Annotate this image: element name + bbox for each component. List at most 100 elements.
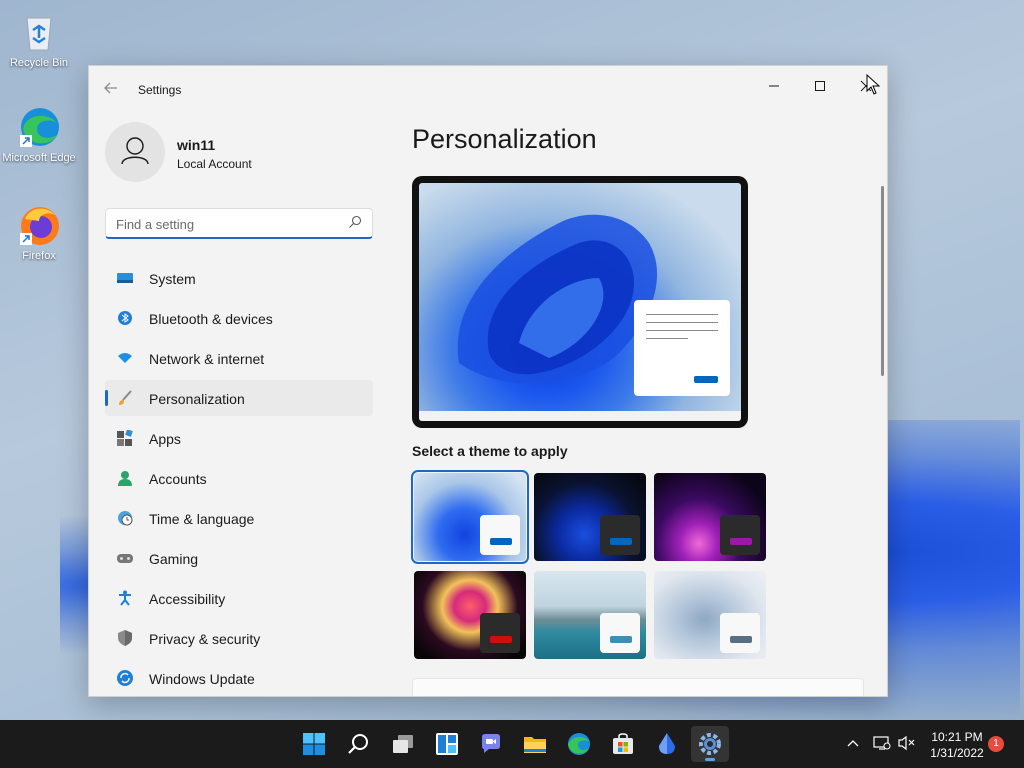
back-arrow-icon[interactable]	[103, 80, 123, 100]
sidebar-item-label: Bluetooth & devices	[149, 311, 273, 327]
notification-badge[interactable]: 1	[988, 736, 1004, 752]
file-explorer-icon	[524, 737, 546, 753]
preview-dialog-window	[634, 300, 730, 396]
sidebar-item-label: Privacy & security	[149, 631, 261, 647]
user-profile[interactable]: win11 Local Account	[105, 122, 365, 184]
settings-card-partial[interactable]	[412, 678, 864, 696]
sidebar-item-label: Windows Update	[149, 671, 255, 687]
minimize-icon	[769, 85, 779, 87]
title-bar[interactable]: Settings	[89, 66, 887, 114]
theme-mini-window	[600, 613, 640, 653]
theme-accent-swatch	[730, 636, 752, 643]
sidebar-item-personalization[interactable]: Personalization	[105, 380, 373, 416]
settings-window: Settings win11 Local Account Sy	[88, 65, 888, 697]
chat-button[interactable]	[472, 726, 510, 762]
volume-button[interactable]	[898, 735, 916, 754]
sidebar-item-label: System	[149, 271, 196, 287]
store-icon	[613, 733, 633, 754]
sidebar-item-apps[interactable]: Apps	[105, 420, 373, 456]
preview-dialog-line	[646, 330, 718, 331]
theme-sunrise[interactable]	[534, 571, 646, 659]
edge-icon	[568, 733, 590, 755]
paintbrush-icon	[119, 390, 132, 405]
taskbar-search-button[interactable]	[340, 726, 378, 762]
edge-button[interactable]	[560, 726, 598, 762]
sidebar-item-time-language[interactable]: Time & language	[105, 500, 373, 536]
settings-taskbar-button[interactable]	[691, 726, 729, 762]
sidebar-item-accounts[interactable]: Accounts	[105, 460, 373, 496]
search-icon[interactable]	[348, 215, 362, 229]
desktop-icon-recycle-bin[interactable]: Recycle Bin	[1, 10, 77, 70]
person-icon	[121, 137, 149, 165]
wifi-icon	[118, 353, 132, 363]
minimize-button[interactable]	[751, 70, 797, 102]
preview-dialog-line	[646, 322, 718, 323]
sidebar-item-label: Apps	[149, 431, 181, 447]
edge-icon	[17, 105, 61, 149]
widgets-button[interactable]	[428, 726, 466, 762]
clock-date: 1/31/2022	[930, 746, 984, 760]
theme-glow[interactable]	[654, 473, 766, 561]
theme-mini-window	[600, 515, 640, 555]
accessibility-icon	[119, 590, 131, 606]
theme-captured-motion[interactable]	[414, 571, 526, 659]
taskbar-clock[interactable]: 10:21 PM 1/31/2022	[922, 729, 992, 761]
chat-icon	[482, 734, 500, 753]
theme-mini-window	[720, 515, 760, 555]
avatar	[105, 122, 165, 182]
desktop-icon-label: Recycle Bin	[9, 57, 69, 69]
preview-wallpaper	[419, 183, 741, 421]
preview-dialog-line	[646, 314, 718, 315]
system-icon	[117, 273, 133, 283]
volume-muted-icon	[898, 735, 915, 751]
sidebar-nav: System Bluetooth & devices Network & int…	[105, 260, 373, 696]
network-status-button[interactable]	[873, 735, 891, 754]
sidebar-item-system[interactable]: System	[105, 260, 373, 296]
firefox-icon	[17, 203, 61, 247]
clock-time: 10:21 PM	[931, 730, 983, 744]
theme-windows-dark[interactable]	[534, 473, 646, 561]
sidebar-item-accessibility[interactable]: Accessibility	[105, 580, 373, 616]
pen-icon	[659, 733, 675, 754]
search-box[interactable]	[105, 208, 373, 239]
sidebar-item-gaming[interactable]: Gaming	[105, 540, 373, 576]
desktop-icon-label: Firefox	[22, 250, 56, 262]
settings-icon	[699, 733, 721, 755]
theme-flow[interactable]	[654, 571, 766, 659]
taskbar	[0, 720, 1024, 768]
theme-mini-window	[480, 613, 520, 653]
maximize-button[interactable]	[797, 70, 843, 102]
search-icon	[348, 734, 368, 754]
search-input[interactable]	[116, 214, 336, 234]
theme-windows-light[interactable]	[411, 470, 529, 564]
page-title: Personalization	[412, 124, 597, 154]
sidebar-item-privacy[interactable]: Privacy & security	[105, 620, 373, 656]
vertical-scrollbar[interactable]	[881, 186, 884, 376]
desktop-icon-edge[interactable]: Microsoft Edge	[1, 105, 77, 165]
user-name: win11	[177, 137, 216, 153]
chevron-up-icon	[847, 740, 859, 747]
theme-mini-window	[720, 613, 760, 653]
app-title: Settings	[138, 83, 182, 97]
theme-accent-swatch	[490, 538, 512, 545]
theme-mini-window	[480, 515, 520, 555]
start-button[interactable]	[295, 726, 333, 762]
show-hidden-icons-button[interactable]	[846, 736, 860, 753]
pen-app-button[interactable]	[648, 726, 686, 762]
sidebar-item-label: Personalization	[149, 391, 245, 407]
sidebar-item-bluetooth[interactable]: Bluetooth & devices	[105, 300, 373, 336]
sidebar-item-network[interactable]: Network & internet	[105, 340, 373, 376]
file-explorer-button[interactable]	[516, 726, 554, 762]
store-button[interactable]	[604, 726, 642, 762]
maximize-icon	[815, 81, 825, 91]
sidebar-item-windows-update[interactable]: Windows Update	[105, 660, 373, 696]
globe-clock-icon	[118, 511, 133, 526]
sidebar-item-label: Gaming	[149, 551, 199, 567]
task-view-button[interactable]	[384, 726, 422, 762]
theme-preview	[412, 176, 748, 428]
update-icon	[117, 670, 133, 686]
desktop-icon-firefox[interactable]: Firefox	[1, 203, 77, 263]
theme-accent-swatch	[730, 538, 752, 545]
person-icon	[118, 471, 132, 486]
recycle-bin-icon	[17, 10, 61, 54]
